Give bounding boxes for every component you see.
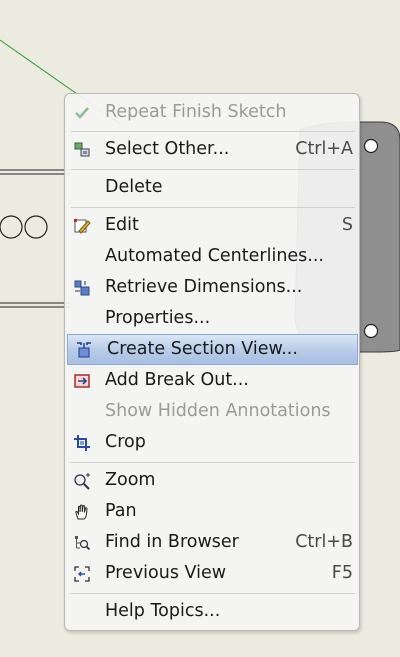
menu-separator (71, 131, 355, 132)
menu-item-add-break-out[interactable]: Add Break Out... (65, 365, 359, 396)
menu-item-label: Previous View (105, 563, 227, 583)
menu-item-label: Crop (105, 432, 146, 452)
menu-item-repeat-finish-sketch[interactable]: Repeat Finish Sketch (65, 97, 359, 128)
check-icon (73, 104, 91, 122)
zoom-icon (73, 472, 91, 490)
part-hole (363, 138, 379, 154)
menu-separator (71, 593, 355, 594)
menu-item-label: Automated Centerlines... (105, 246, 324, 266)
menu-item-zoom[interactable]: Zoom (65, 465, 359, 496)
break-out-icon (73, 372, 91, 390)
menu-item-label: Pan (105, 501, 137, 521)
pan-hand-icon (73, 503, 91, 521)
menu-item-select-other[interactable]: Select Other... Ctrl+A (65, 134, 359, 165)
menu-item-shortcut: F5 (331, 563, 353, 583)
menu-item-pan[interactable]: Pan (65, 496, 359, 527)
menu-item-label: Select Other... (105, 139, 230, 159)
menu-item-automated-centerlines[interactable]: Automated Centerlines... (65, 241, 359, 272)
retrieve-dimensions-icon (73, 279, 91, 297)
select-other-icon (73, 141, 91, 159)
menu-item-label: Retrieve Dimensions... (105, 277, 303, 297)
menu-item-edit[interactable]: Edit S (65, 210, 359, 241)
edit-icon (73, 217, 91, 235)
menu-item-shortcut: Ctrl+A (295, 139, 353, 159)
menu-item-crop[interactable]: Crop (65, 427, 359, 458)
menu-item-label: Create Section View... (107, 339, 298, 359)
menu-item-shortcut: Ctrl+B (295, 532, 353, 552)
previous-view-icon (73, 565, 91, 583)
menu-separator (71, 169, 355, 170)
menu-item-shortcut: S (341, 215, 353, 235)
menu-item-label: Properties... (105, 308, 211, 328)
menu-separator (71, 462, 355, 463)
menu-item-label: Add Break Out... (105, 370, 249, 390)
menu-item-label: Show Hidden Annotations (105, 401, 331, 421)
menu-item-label: Help Topics... (105, 601, 221, 621)
menu-item-label: Edit (105, 215, 139, 235)
menu-item-label: Find in Browser (105, 532, 239, 552)
left-hole (24, 215, 48, 239)
menu-item-help-topics[interactable]: Help Topics... (65, 596, 359, 627)
left-hole (0, 215, 23, 239)
menu-item-label: Zoom (105, 470, 156, 490)
part-hole (363, 323, 379, 339)
menu-item-find-in-browser[interactable]: Find in Browser Ctrl+B (65, 527, 359, 558)
menu-item-show-hidden-annotations[interactable]: Show Hidden Annotations (65, 396, 359, 427)
menu-item-previous-view[interactable]: Previous View F5 (65, 558, 359, 589)
menu-item-label: Delete (105, 177, 163, 197)
menu-item-delete[interactable]: Delete (65, 172, 359, 203)
menu-item-properties[interactable]: Properties... (65, 303, 359, 334)
menu-item-retrieve-dimensions[interactable]: Retrieve Dimensions... (65, 272, 359, 303)
menu-item-create-section-view[interactable]: Create Section View... (67, 334, 358, 365)
find-in-browser-icon (73, 534, 91, 552)
context-menu: Repeat Finish Sketch Select Other... Ctr… (64, 93, 360, 631)
menu-separator (71, 207, 355, 208)
section-view-icon (75, 341, 93, 359)
crop-icon (73, 434, 91, 452)
menu-item-label: Repeat Finish Sketch (105, 102, 287, 122)
